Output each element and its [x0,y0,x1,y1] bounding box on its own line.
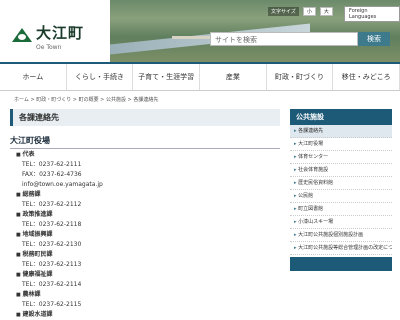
sidebar-item-library[interactable]: 町立図書館 [290,203,392,216]
search-input[interactable]: サイトを検索 [210,32,358,46]
sidebar-item-sports[interactable]: 社会体育施設 [290,164,392,177]
contact-list: 代表 TEL：0237-62-2111 FAX：0237-62-4736 inf… [16,150,276,320]
nav-industry[interactable]: 産業 [200,64,267,90]
font-small-button[interactable]: 小 [302,7,316,16]
nav-home[interactable]: ホーム [0,64,67,90]
logo-text: 大江町 [36,23,85,42]
site-logo[interactable]: 大江町 [12,24,84,42]
sidebar-item-community-hall[interactable]: 公民館 [290,190,392,203]
dept-tel: TEL：0237-62-2130 [22,241,82,248]
dept-tel: TEL：0237-62-2114 [22,281,82,288]
dept-name: 農林課 [16,290,276,300]
nav-town-admin[interactable]: 町政・町づくり [267,64,334,90]
nav-migration[interactable]: 移住・みどころ [333,64,400,90]
sidebar-item-facility-plan[interactable]: 大江町公共施設個別施設計画 [290,229,392,242]
bridge-image [172,36,212,39]
town-logo-icon [12,24,32,42]
sidebar-item-contacts[interactable]: 各課連絡先 [290,125,392,138]
font-size-controls: 文字サイズ 小 大 [268,7,333,16]
sidebar-item-management-plan[interactable]: 大江町公共施設等総合管理計画の改定について [290,242,392,255]
sidebar-item-ski[interactable]: 小漆山スキー場 [290,216,392,229]
dept-tel: TEL：0237-62-2113 [22,261,82,268]
sidebar-footer-bar [290,257,392,271]
dept-name: 建設水道課 [16,310,276,320]
dept-name: 総務課 [16,190,276,200]
logo-subtitle: Oe Town [36,44,62,51]
nav-living[interactable]: くらし・手続き [67,64,134,90]
dept-fax: FAX：0237-62-4736 [22,171,82,178]
foreign-languages-button[interactable]: Foreign Languages [344,6,400,22]
dept-name: 健康福祉課 [16,270,276,280]
sidebar-item-gym[interactable]: 体育センター [290,151,392,164]
dept-email[interactable]: info@town.oe.yamagata.jp [16,180,276,190]
sidebar: 公共施設 各課連絡先 大江町役場 体育センター 社会体育施設 歴史民俗資料館 公… [290,109,392,271]
dept-tel: TEL：0237-62-2118 [22,221,82,228]
dept-name: 税務町民課 [16,250,276,260]
search-button[interactable]: 検索 [358,32,390,46]
dept-tel: TEL：0237-62-2112 [22,201,82,208]
font-size-label: 文字サイズ [268,7,299,16]
font-large-button[interactable]: 大 [319,7,333,16]
global-nav: ホーム くらし・手続き 子育て・生涯学習 産業 町政・町づくり 移住・みどころ [0,62,400,91]
sidebar-item-town-office[interactable]: 大江町役場 [290,138,392,151]
page-title: 各課連絡先 [10,109,280,126]
nav-childcare[interactable]: 子育て・生涯学習 [133,64,201,90]
breadcrumb[interactable]: ホーム > 町政・町づくり > 町の概要 > 公共施設 > 各課連絡先 [14,96,158,103]
dept-tel: TEL：0237-62-2111 [22,161,82,168]
dept-name: 代表 [16,150,276,160]
sidebar-item-museum[interactable]: 歴史民俗資料館 [290,177,392,190]
section-heading: 大江町役場 [10,135,280,149]
dept-name: 地域振興課 [16,230,276,240]
sidebar-title: 公共施設 [290,109,392,125]
dept-name: 政策推進課 [16,210,276,220]
dept-tel: TEL：0237-62-2115 [22,301,82,308]
header: 大江町 Oe Town 文字サイズ 小 大 Foreign Languages … [0,0,400,62]
